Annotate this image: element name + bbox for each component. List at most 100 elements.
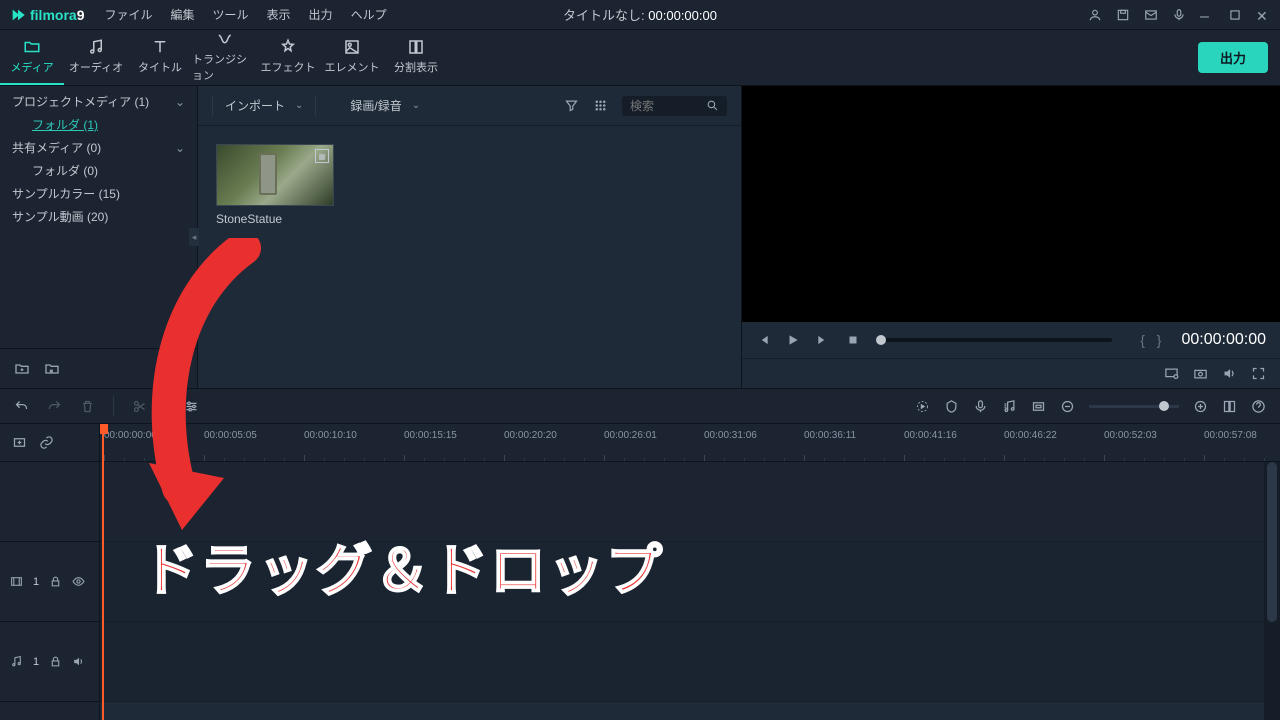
- menu-tool[interactable]: ツール: [213, 6, 249, 23]
- media-tree: プロジェクトメディア (1)⌄ フォルダ (1) 共有メディア (0)⌄ フォル…: [0, 86, 197, 348]
- lock-icon[interactable]: [49, 655, 62, 668]
- timeline-panel: 1 1 00:00:00:0000:00:05:0500:00:10:1000:…: [0, 388, 1280, 720]
- delete-icon[interactable]: [80, 399, 95, 414]
- eye-icon[interactable]: [72, 575, 85, 588]
- stop-icon[interactable]: [846, 333, 860, 347]
- volume-icon[interactable]: [1222, 366, 1237, 381]
- search-icon[interactable]: [706, 99, 719, 112]
- tab-element[interactable]: エレメント: [320, 30, 384, 85]
- titlebar: filmora9 ファイル 編集 ツール 表示 出力 ヘルプ タイトルなし: 0…: [0, 0, 1280, 30]
- main-menu: ファイル 編集 ツール 表示 出力 ヘルプ: [104, 6, 386, 23]
- window-maximize[interactable]: [1228, 8, 1242, 22]
- media-browser: インポート⌄ 録画/録音⌄ ▦ StoneStatue: [198, 86, 742, 388]
- menu-export[interactable]: 出力: [309, 6, 333, 23]
- zoom-slider[interactable]: [1089, 405, 1179, 408]
- zoom-in-icon[interactable]: [1193, 399, 1208, 414]
- track-header-column: 1 1: [0, 424, 100, 720]
- tab-media[interactable]: メディア: [0, 30, 64, 85]
- sidebar-collapse[interactable]: ◂: [189, 228, 199, 246]
- save-icon[interactable]: [1116, 8, 1130, 22]
- timeline-lane-video[interactable]: [100, 542, 1280, 622]
- tree-folder-0[interactable]: フォルダ (0): [0, 159, 197, 182]
- audio-track-icon: [10, 655, 23, 668]
- mark-braces[interactable]: { }: [1140, 332, 1165, 348]
- clip-badge-icon: ▦: [315, 149, 329, 163]
- media-sidebar: プロジェクトメディア (1)⌄ フォルダ (1) 共有メディア (0)⌄ フォル…: [0, 86, 198, 388]
- tab-title[interactable]: タイトル: [128, 30, 192, 85]
- timeline-tracks[interactable]: 00:00:00:0000:00:05:0500:00:10:1000:00:1…: [100, 424, 1280, 720]
- link-icon[interactable]: [39, 435, 54, 450]
- window-close[interactable]: ✕: [1256, 8, 1270, 22]
- menu-view[interactable]: 表示: [267, 6, 291, 23]
- adjust-icon[interactable]: [184, 399, 199, 414]
- filter-icon[interactable]: [564, 98, 579, 113]
- video-track-icon: [10, 575, 23, 588]
- audio-track-header[interactable]: 1: [0, 622, 99, 702]
- mic-icon[interactable]: [1172, 8, 1186, 22]
- snapshot-icon[interactable]: [1193, 366, 1208, 381]
- new-folder-icon[interactable]: [14, 361, 30, 377]
- tree-sample-color[interactable]: サンプルカラー (15): [0, 182, 197, 205]
- clip-thumbnail[interactable]: ▦: [216, 144, 334, 206]
- add-track-icon[interactable]: [12, 435, 27, 450]
- menu-help[interactable]: ヘルプ: [351, 6, 387, 23]
- next-frame-icon[interactable]: [816, 333, 830, 347]
- grid-view-icon[interactable]: [593, 98, 608, 113]
- timeline-lane-gap[interactable]: [100, 462, 1280, 542]
- media-clip[interactable]: ▦ StoneStatue: [216, 144, 334, 226]
- split-icon[interactable]: [132, 399, 147, 414]
- search-input[interactable]: [630, 99, 700, 113]
- prev-frame-icon[interactable]: [756, 333, 770, 347]
- zoom-out-icon[interactable]: [1060, 399, 1075, 414]
- preview-viewport[interactable]: [742, 86, 1280, 322]
- record-dropdown[interactable]: 録画/録音⌄: [350, 97, 420, 114]
- tab-effect[interactable]: エフェクト: [256, 30, 320, 85]
- play-icon[interactable]: [786, 333, 800, 347]
- tree-project-media[interactable]: プロジェクトメディア (1)⌄: [0, 90, 197, 113]
- menu-edit[interactable]: 編集: [171, 6, 195, 23]
- clip-name: StoneStatue: [216, 212, 334, 226]
- speaker-icon[interactable]: [72, 655, 85, 668]
- timeline-vscrollbar[interactable]: [1264, 462, 1280, 720]
- app-logo: filmora9: [10, 7, 84, 23]
- tree-sample-video[interactable]: サンプル動画 (20): [0, 205, 197, 228]
- mail-icon[interactable]: [1144, 8, 1158, 22]
- undo-icon[interactable]: [14, 399, 29, 414]
- crop-icon[interactable]: [1031, 399, 1046, 414]
- quality-icon[interactable]: [1164, 366, 1179, 381]
- preview-timecode: 00:00:00:00: [1181, 331, 1266, 349]
- tab-split[interactable]: 分割表示: [384, 30, 448, 85]
- playhead[interactable]: [102, 424, 104, 720]
- export-button[interactable]: 出力: [1198, 42, 1268, 73]
- timeline-lane-audio[interactable]: [100, 622, 1280, 702]
- tree-shared-media[interactable]: 共有メディア (0)⌄: [0, 136, 197, 159]
- preview-panel: { } 00:00:00:00: [742, 86, 1280, 388]
- chevron-down-icon: ⌄: [412, 100, 420, 111]
- tab-audio[interactable]: オーディオ: [64, 30, 128, 85]
- lock-icon[interactable]: [49, 575, 62, 588]
- timeline-ruler[interactable]: 00:00:00:0000:00:05:0500:00:10:1000:00:1…: [100, 424, 1280, 462]
- delete-folder-icon[interactable]: [44, 361, 60, 377]
- import-dropdown[interactable]: インポート⌄: [225, 97, 303, 114]
- tree-folder-1[interactable]: フォルダ (1): [0, 113, 197, 136]
- marker-icon[interactable]: [944, 399, 959, 414]
- audio-mixer-icon[interactable]: [1002, 399, 1017, 414]
- redo-icon[interactable]: [47, 399, 62, 414]
- mode-tabstrip: メディア オーディオ タイトル トランジション エフェクト エレメント 分割表示…: [0, 30, 1280, 86]
- menu-file[interactable]: ファイル: [104, 6, 152, 23]
- tab-transition[interactable]: トランジション: [192, 30, 256, 85]
- chevron-down-icon: ⌄: [175, 141, 185, 155]
- preview-scrubber[interactable]: [876, 338, 1112, 342]
- voiceover-icon[interactable]: [973, 399, 988, 414]
- chevron-down-icon: ⌄: [175, 95, 185, 109]
- account-icon[interactable]: [1088, 8, 1102, 22]
- zoom-fit-icon[interactable]: [1222, 399, 1237, 414]
- search-box[interactable]: [622, 96, 727, 116]
- window-minimize[interactable]: –: [1200, 8, 1214, 22]
- render-icon[interactable]: [915, 399, 930, 414]
- help-icon[interactable]: [1251, 399, 1266, 414]
- video-track-header[interactable]: 1: [0, 542, 99, 622]
- chevron-down-icon: ⌄: [295, 100, 303, 111]
- fullscreen-icon[interactable]: [1251, 366, 1266, 381]
- document-title: タイトルなし: 00:00:00:00: [563, 5, 717, 24]
